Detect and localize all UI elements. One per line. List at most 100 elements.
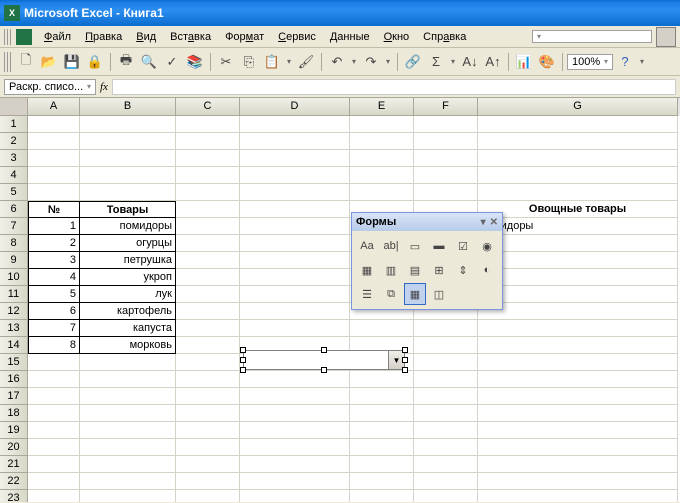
open-icon[interactable]: 📂 [38,51,60,73]
help-search[interactable] [532,30,652,43]
hyperlink-icon[interactable]: 🔗 [402,51,424,73]
cell[interactable] [28,371,80,388]
chart-icon[interactable]: 📊 [513,51,535,73]
form-tool[interactable]: Aa [356,235,378,257]
cell[interactable] [414,439,478,456]
autosum-dropdown[interactable]: ▾ [448,57,458,66]
cell[interactable] [240,201,350,218]
cell[interactable] [240,116,350,133]
cell[interactable] [414,422,478,439]
cell[interactable]: 3 [28,252,80,269]
cell[interactable]: морковь [80,337,176,354]
col-header-B[interactable]: B [80,98,176,116]
row-header[interactable]: 8 [0,235,28,252]
cell[interactable] [240,269,350,286]
cell[interactable] [350,473,414,490]
cell[interactable] [478,422,678,439]
cell[interactable] [80,456,176,473]
cell[interactable] [176,286,240,303]
cell[interactable] [176,405,240,422]
paste-dropdown[interactable]: ▾ [284,57,294,66]
cell[interactable]: 7 [28,320,80,337]
cell[interactable] [240,235,350,252]
cell[interactable]: огурцы [80,235,176,252]
cell[interactable] [350,150,414,167]
cell[interactable] [414,490,478,502]
cell[interactable] [80,354,176,371]
cell[interactable] [240,490,350,502]
forms-options-icon[interactable]: ▾ [481,217,486,228]
cut-icon[interactable]: ✂ [215,51,237,73]
sort-asc-icon[interactable]: A↓ [459,51,481,73]
row-header[interactable]: 1 [0,116,28,133]
cell[interactable] [350,439,414,456]
cell[interactable] [28,456,80,473]
cell[interactable] [478,303,678,320]
form-tool[interactable]: ◉ [476,235,498,257]
cell[interactable] [176,320,240,337]
cell[interactable] [478,456,678,473]
form-tool[interactable]: ▬ [428,235,450,257]
form-tool[interactable]: ▥ [380,259,402,281]
col-header-F[interactable]: F [414,98,478,116]
form-tool[interactable]: ⊞ [428,259,450,281]
forms-toolbar-title[interactable]: Формы ▾ ✕ [352,213,502,231]
cell[interactable] [80,371,176,388]
cell[interactable]: 1 [28,218,80,235]
cell[interactable] [176,252,240,269]
forms-close-icon[interactable]: ✕ [490,217,498,228]
cell[interactable]: Товары [80,201,176,218]
cell[interactable] [80,439,176,456]
permission-icon[interactable]: 🔒 [84,51,106,73]
preview-icon[interactable]: 🔍 [138,51,160,73]
cell[interactable] [414,371,478,388]
cell[interactable] [28,473,80,490]
cell[interactable]: помидоры [478,218,678,235]
menu-tools[interactable]: Сервис [272,29,322,45]
spelling-icon[interactable]: ✓ [161,51,183,73]
cell[interactable] [176,303,240,320]
form-tool[interactable]: ⇕ [452,259,474,281]
cell[interactable] [414,150,478,167]
cell[interactable] [478,320,678,337]
menu-format[interactable]: Формат [219,29,270,45]
col-header-E[interactable]: E [350,98,414,116]
cell[interactable]: 2 [28,235,80,252]
ask-question-button[interactable] [656,27,676,47]
selection-handle[interactable] [321,347,327,353]
cell[interactable] [414,388,478,405]
cell[interactable] [478,337,678,354]
cell[interactable] [28,150,80,167]
cell[interactable] [28,422,80,439]
cell[interactable]: укроп [80,269,176,286]
help-icon[interactable]: ? [614,51,636,73]
cell[interactable]: картофель [80,303,176,320]
cell[interactable] [478,269,678,286]
cell[interactable] [478,439,678,456]
menu-view[interactable]: Вид [130,29,162,45]
row-header[interactable]: 21 [0,456,28,473]
cell[interactable] [28,490,80,502]
cell[interactable] [176,235,240,252]
menu-data[interactable]: Данные [324,29,376,45]
form-tool[interactable]: ab| [380,235,402,257]
cell[interactable] [350,388,414,405]
research-icon[interactable]: 📚 [184,51,206,73]
sort-desc-icon[interactable]: A↑ [482,51,504,73]
cell[interactable] [176,218,240,235]
cell[interactable] [176,439,240,456]
row-header[interactable]: 5 [0,184,28,201]
format-painter-icon[interactable]: 🖌 [295,51,317,73]
cell[interactable]: лук [80,286,176,303]
cell[interactable] [240,388,350,405]
cell[interactable] [478,184,678,201]
cell[interactable] [240,150,350,167]
selection-handle[interactable] [240,347,246,353]
col-header-D[interactable]: D [240,98,350,116]
toolbar-options[interactable]: ▾ [637,57,647,66]
cell[interactable] [478,354,678,371]
row-header[interactable]: 19 [0,422,28,439]
cell[interactable]: 4 [28,269,80,286]
cell[interactable] [240,218,350,235]
paste-icon[interactable]: 📋 [261,51,283,73]
